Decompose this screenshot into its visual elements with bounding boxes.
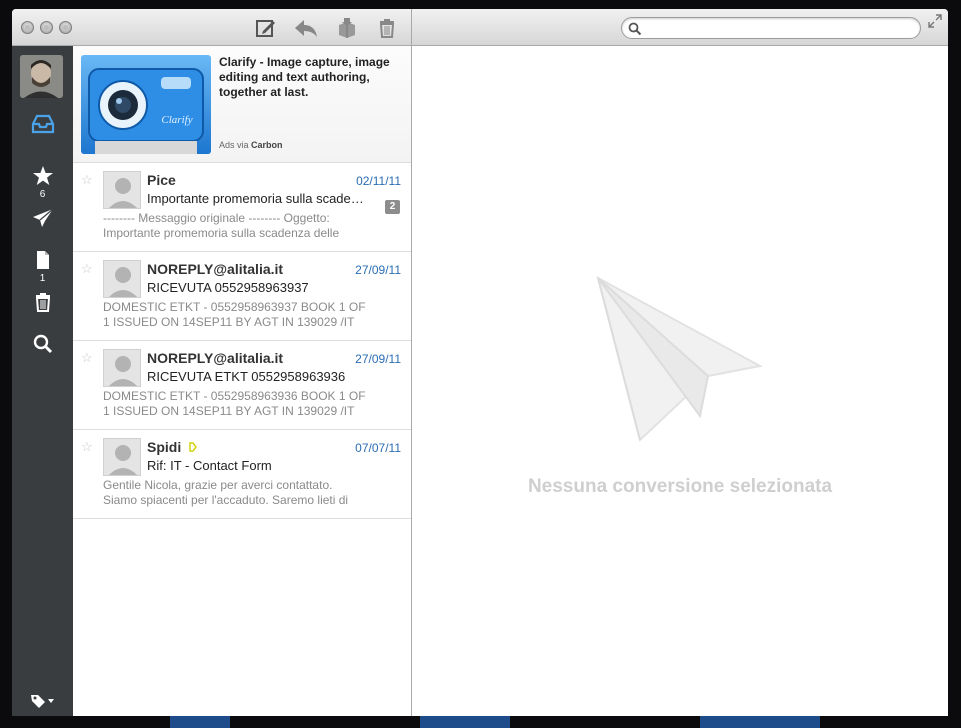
- message-sender-name: Spidi: [147, 439, 182, 455]
- message-sender: NOREPLY@alitalia.it: [147, 261, 284, 277]
- mail-window: 6 1 Clarify Clarify - Image capture, ima…: [12, 9, 948, 716]
- svg-text:Clarify: Clarify: [161, 114, 192, 126]
- close-window-button[interactable]: [21, 21, 34, 34]
- message-row[interactable]: ☆ NOREPLY@alitalia.it 27/09/11 RICEVUTA …: [73, 252, 411, 341]
- document-icon: [36, 251, 49, 269]
- contact-avatar: [103, 260, 141, 298]
- reply-button[interactable]: [294, 17, 318, 39]
- message-row[interactable]: ☆ NOREPLY@alitalia.it 27/09/11 RICEVUTA …: [73, 341, 411, 430]
- message-sender: NOREPLY@alitalia.it: [147, 350, 284, 366]
- zoom-window-button[interactable]: [59, 21, 72, 34]
- label-tag-icon: [189, 442, 198, 452]
- sidebar-inbox[interactable]: [12, 110, 73, 138]
- message-subject: RICEVUTA ETKT 0552958963936: [147, 369, 346, 384]
- ad-via-brand[interactable]: Carbon: [251, 140, 283, 150]
- message-date: 02/11/11: [356, 174, 401, 188]
- message-list: Clarify Clarify - Image capture, image e…: [73, 46, 412, 716]
- minimize-window-button[interactable]: [40, 21, 53, 34]
- drafts-count: 1: [39, 273, 46, 284]
- contact-avatar: [103, 349, 141, 387]
- trash-icon: [35, 293, 50, 312]
- ad-image[interactable]: Clarify: [81, 55, 211, 154]
- empty-state-message: Nessuna conversione selezionata: [527, 476, 833, 497]
- archive-button[interactable]: [335, 17, 359, 39]
- titlebar: [12, 9, 948, 46]
- sidebar-drafts[interactable]: [12, 246, 73, 274]
- search-icon: [33, 334, 52, 354]
- contact-avatar: [103, 171, 141, 209]
- search-icon: [628, 22, 642, 36]
- message-date: 27/09/11: [355, 352, 401, 366]
- message-subject: Importante promemoria sulla scadenza del…: [147, 191, 369, 206]
- trash-button[interactable]: [375, 17, 399, 39]
- ad-title[interactable]: Clarify - Image capture, image editing a…: [219, 55, 405, 100]
- tag-icon: [30, 694, 54, 708]
- message-subject: RICEVUTA 0552958963937: [147, 280, 309, 295]
- star-toggle-icon[interactable]: ☆: [81, 261, 93, 277]
- message-subject: Rif: IT - Contact Form: [147, 458, 272, 473]
- starred-count: 6: [39, 189, 46, 200]
- message-row[interactable]: ☆ Spidi 07/07/11 Rif: IT - Contact Form …: [73, 430, 411, 519]
- paper-plane-icon: [32, 208, 53, 227]
- star-toggle-icon[interactable]: ☆: [81, 172, 93, 188]
- thread-count-badge: 2: [385, 200, 400, 214]
- user-photo: [20, 55, 63, 98]
- message-preview: DOMESTIC ETKT - 0552958963937 BOOK 1 OF …: [103, 300, 366, 329]
- ad-attribution: Ads via Carbon: [219, 140, 283, 150]
- search-input[interactable]: [646, 20, 914, 36]
- user-avatar[interactable]: [20, 55, 63, 98]
- contact-avatar: [103, 438, 141, 476]
- compose-button[interactable]: [254, 17, 278, 39]
- sidebar-search[interactable]: [12, 330, 73, 358]
- ad-via-prefix: Ads via: [219, 140, 249, 150]
- compose-icon: [256, 20, 275, 37]
- archive-icon: [339, 18, 355, 38]
- sidebar-sent[interactable]: [12, 204, 73, 232]
- star-toggle-icon[interactable]: ☆: [81, 350, 93, 366]
- message-sender: Spidi: [147, 439, 198, 455]
- message-sender: Pice: [147, 172, 176, 188]
- message-preview: Gentile Nicola, grazie per averci contat…: [103, 478, 349, 507]
- message-date: 07/07/11: [355, 441, 401, 455]
- message-preview: DOMESTIC ETKT - 0552958963936 BOOK 1 OF …: [103, 389, 366, 418]
- trash-icon: [379, 19, 395, 38]
- paper-plane-icon: [596, 276, 763, 442]
- inbox-icon: [31, 114, 54, 134]
- camera-icon: Clarify: [88, 68, 204, 154]
- search-field[interactable]: [621, 17, 921, 39]
- ad-banner[interactable]: Clarify Clarify - Image capture, image e…: [73, 46, 411, 163]
- star-icon: [32, 166, 53, 185]
- sidebar-starred[interactable]: [12, 162, 73, 190]
- message-date: 27/09/11: [355, 263, 401, 277]
- sidebar-trash[interactable]: [12, 288, 73, 316]
- message-row[interactable]: ☆ Pice 02/11/11 Importante promemoria su…: [73, 163, 411, 252]
- toolbar-divider: [411, 9, 412, 46]
- conversation-detail-pane: Nessuna conversione selezionata: [412, 46, 948, 716]
- message-preview: -------- Messaggio originale -------- Og…: [103, 211, 340, 240]
- fullscreen-icon[interactable]: [927, 13, 943, 29]
- star-toggle-icon[interactable]: ☆: [81, 439, 93, 455]
- sidebar: 6 1: [12, 46, 73, 716]
- labels-menu-button[interactable]: [12, 683, 73, 716]
- reply-icon: [295, 20, 317, 37]
